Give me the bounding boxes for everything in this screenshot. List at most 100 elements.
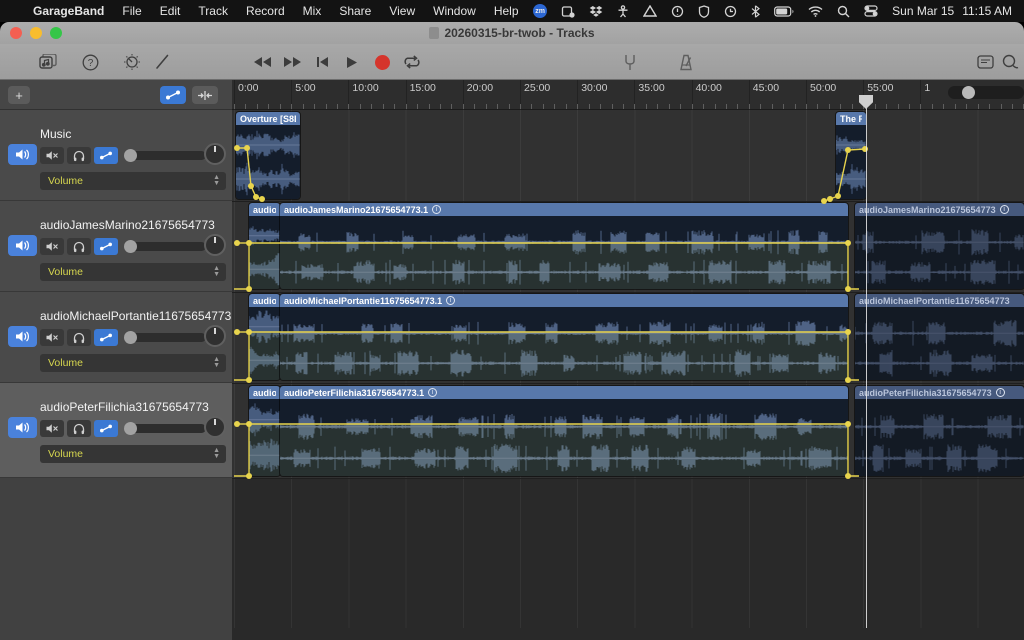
bluetooth-icon[interactable] bbox=[751, 5, 760, 18]
info-icon[interactable] bbox=[446, 296, 455, 305]
menu-record[interactable]: Record bbox=[237, 0, 294, 22]
media-browser-icon[interactable] bbox=[38, 53, 58, 71]
track-volume-slider[interactable] bbox=[124, 242, 206, 251]
rewind-button[interactable] bbox=[252, 52, 272, 72]
region-james-main[interactable]: audioJamesMarino21675654773.1 bbox=[280, 203, 848, 289]
track-header-michael[interactable]: audioMichaelPortantie11675654773 Volume … bbox=[0, 292, 232, 383]
calendar-status-icon[interactable] bbox=[561, 5, 575, 18]
info-icon[interactable] bbox=[432, 205, 441, 214]
dropbox-icon[interactable] bbox=[589, 5, 603, 18]
automation-parameter-select[interactable]: Volume ▲▼ bbox=[40, 263, 226, 281]
track-automation-button[interactable] bbox=[94, 329, 118, 346]
zoom-window-button[interactable] bbox=[50, 27, 62, 39]
playhead-line[interactable] bbox=[866, 106, 867, 628]
track-automation-button[interactable] bbox=[94, 238, 118, 255]
mute-button[interactable] bbox=[40, 147, 64, 164]
track-header-music[interactable]: Music Volume ▲▼ bbox=[0, 110, 232, 201]
solo-button[interactable] bbox=[67, 238, 91, 255]
region-michael-right[interactable]: audioMichaelPortantie11675654773 bbox=[855, 294, 1024, 380]
track-volume-slider[interactable] bbox=[124, 333, 206, 342]
mute-button[interactable] bbox=[40, 420, 64, 437]
track-volume-slider[interactable] bbox=[124, 151, 206, 160]
track-volume-knob[interactable] bbox=[124, 422, 137, 435]
region-james-right[interactable]: audioJamesMarino21675654773 bbox=[855, 203, 1024, 289]
time-circle-icon[interactable] bbox=[724, 5, 737, 18]
region-audio-stub-james[interactable]: audio bbox=[249, 203, 280, 289]
track-header-james[interactable]: audioJamesMarino21675654773 Volume ▲▼ bbox=[0, 201, 232, 292]
track-automation-button[interactable] bbox=[94, 147, 118, 164]
alert-circle-icon[interactable] bbox=[671, 5, 684, 18]
automation-parameter-select[interactable]: Volume ▲▼ bbox=[40, 172, 226, 190]
metronome-icon[interactable] bbox=[676, 53, 696, 71]
track-volume-knob[interactable] bbox=[124, 240, 137, 253]
pan-knob[interactable] bbox=[204, 325, 226, 347]
smart-controls-icon[interactable] bbox=[122, 53, 142, 71]
automation-parameter-select[interactable]: Volume ▲▼ bbox=[40, 354, 226, 372]
track-speaker-icon[interactable] bbox=[8, 326, 37, 347]
horizontal-zoom-slider[interactable] bbox=[948, 86, 1024, 99]
menu-help[interactable]: Help bbox=[485, 0, 528, 22]
track-speaker-icon[interactable] bbox=[8, 417, 37, 438]
track-volume-slider[interactable] bbox=[124, 424, 206, 433]
drive-icon[interactable] bbox=[643, 5, 657, 17]
menu-view[interactable]: View bbox=[380, 0, 424, 22]
menu-clock[interactable]: Sun Mar 1511:15 AM bbox=[892, 4, 1012, 18]
info-icon[interactable] bbox=[996, 388, 1005, 397]
menu-mix[interactable]: Mix bbox=[294, 0, 331, 22]
pan-knob[interactable] bbox=[204, 143, 226, 165]
track-header-peter[interactable]: audioPeterFilichia31675654773 Volume ▲▼ bbox=[0, 383, 232, 478]
quick-help-icon[interactable]: ? bbox=[80, 53, 100, 71]
region-peter-main[interactable]: audioPeterFilichia31675654773.1 bbox=[280, 386, 848, 476]
pan-knob[interactable] bbox=[204, 234, 226, 256]
catch-playhead-button[interactable] bbox=[192, 86, 218, 104]
solo-button[interactable] bbox=[67, 147, 91, 164]
spotlight-search-icon[interactable] bbox=[837, 5, 850, 18]
add-track-button[interactable]: + bbox=[8, 86, 30, 104]
apple-menu[interactable] bbox=[0, 0, 24, 22]
region-audio-stub-peter[interactable]: audio bbox=[249, 386, 280, 476]
play-button[interactable] bbox=[342, 52, 362, 72]
info-icon[interactable] bbox=[428, 388, 437, 397]
menu-edit[interactable]: Edit bbox=[151, 0, 190, 22]
accessibility-icon[interactable] bbox=[617, 5, 629, 18]
show-automation-button[interactable] bbox=[160, 86, 186, 104]
region-the-r[interactable]: The R bbox=[836, 112, 866, 199]
track-volume-knob[interactable] bbox=[124, 331, 137, 344]
region-overture[interactable]: Overture [S8EB bbox=[236, 112, 300, 199]
menu-file[interactable]: File bbox=[113, 0, 150, 22]
loop-browser-icon[interactable] bbox=[1000, 53, 1020, 71]
menu-window[interactable]: Window bbox=[424, 0, 485, 22]
region-michael-main[interactable]: audioMichaelPortantie11675654773.1 bbox=[280, 294, 848, 380]
menu-share[interactable]: Share bbox=[330, 0, 380, 22]
control-center-icon[interactable] bbox=[864, 5, 878, 17]
record-button[interactable] bbox=[372, 52, 392, 72]
tuner-icon[interactable] bbox=[620, 53, 640, 71]
automation-parameter-select[interactable]: Volume ▲▼ bbox=[40, 445, 226, 463]
pan-knob[interactable] bbox=[204, 416, 226, 438]
region-peter-right[interactable]: audioPeterFilichia31675654773 bbox=[855, 386, 1024, 476]
cycle-button[interactable] bbox=[402, 52, 422, 72]
zoom-app-icon[interactable]: zm bbox=[533, 4, 547, 18]
close-window-button[interactable] bbox=[10, 27, 22, 39]
track-volume-knob[interactable] bbox=[124, 149, 137, 162]
menu-track[interactable]: Track bbox=[189, 0, 237, 22]
time-ruler[interactable]: 0:005:0010:0015:0020:0025:0030:0035:0040… bbox=[232, 80, 1024, 110]
zoom-slider-knob[interactable] bbox=[962, 86, 975, 99]
solo-button[interactable] bbox=[67, 329, 91, 346]
wifi-icon[interactable] bbox=[808, 6, 823, 17]
fast-forward-button[interactable] bbox=[282, 52, 302, 72]
shield-icon[interactable] bbox=[698, 5, 710, 18]
info-icon[interactable] bbox=[1000, 205, 1009, 214]
track-automation-button[interactable] bbox=[94, 420, 118, 437]
region-audio-stub-michael[interactable]: audio bbox=[249, 294, 280, 380]
track-speaker-icon[interactable] bbox=[8, 144, 37, 165]
mute-button[interactable] bbox=[40, 329, 64, 346]
editors-icon[interactable] bbox=[975, 53, 995, 71]
battery-icon[interactable] bbox=[774, 6, 794, 17]
menu-app-name[interactable]: GarageBand bbox=[24, 0, 113, 22]
editor-pencil-icon[interactable] bbox=[152, 53, 172, 71]
go-to-beginning-button[interactable] bbox=[312, 52, 332, 72]
track-speaker-icon[interactable] bbox=[8, 235, 37, 256]
minimize-window-button[interactable] bbox=[30, 27, 42, 39]
mute-button[interactable] bbox=[40, 238, 64, 255]
